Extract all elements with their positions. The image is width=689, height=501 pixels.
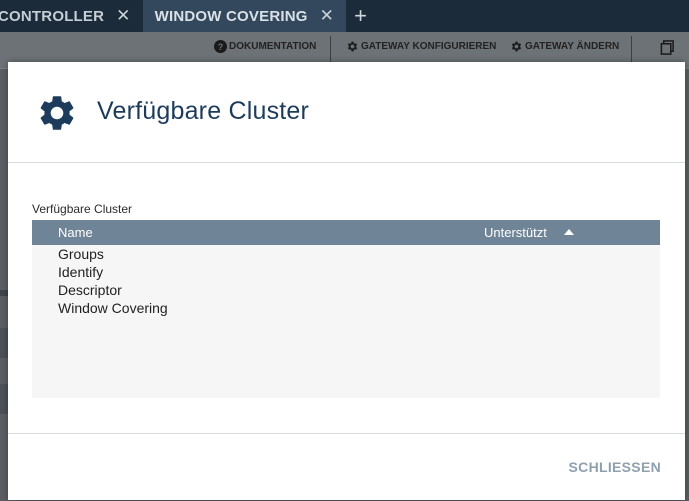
available-clusters-dialog: Verfügbare Cluster Verfügbare Cluster Na… xyxy=(8,62,685,500)
table-header: Name Unterstützt xyxy=(32,220,660,245)
tab-label: WINDOW COVERING xyxy=(154,7,308,25)
help-icon: ? xyxy=(214,40,227,53)
documentation-label: DOKUMENTATION xyxy=(229,41,317,52)
tab-controller[interactable]: CONTROLLER ✕ xyxy=(0,0,143,32)
close-icon[interactable]: ✕ xyxy=(116,6,130,26)
copy-icon xyxy=(660,40,674,55)
change-gateway-button[interactable]: GATEWAY ÄNDERN xyxy=(510,40,619,53)
documentation-button[interactable]: ? DOKUMENTATION xyxy=(214,40,316,53)
table-row[interactable]: Groups xyxy=(58,245,168,263)
configure-gateway-label: GATEWAY KONFIGURIEREN xyxy=(361,41,497,52)
dialog-title: Verfügbare Cluster xyxy=(97,97,310,125)
tab-bar: CONTROLLER ✕ WINDOW COVERING ✕ + xyxy=(0,0,689,32)
configure-gateway-button[interactable]: GATEWAY KONFIGURIEREN xyxy=(346,40,496,53)
tab-label: CONTROLLER xyxy=(0,7,105,25)
gear-icon xyxy=(40,96,74,130)
divider xyxy=(631,36,632,62)
change-gateway-label: GATEWAY ÄNDERN xyxy=(525,41,620,52)
background-panel xyxy=(0,384,8,414)
tab-window-covering[interactable]: WINDOW COVERING ✕ xyxy=(142,0,347,32)
dialog-footer: SCHLIESSEN xyxy=(8,433,685,501)
close-button[interactable]: SCHLIESSEN xyxy=(569,459,661,475)
add-tab-icon[interactable]: + xyxy=(346,0,375,32)
background-divider xyxy=(0,290,8,296)
svg-text:?: ? xyxy=(218,42,223,52)
copy-button[interactable] xyxy=(660,40,675,55)
section-label: Verfügbare Cluster xyxy=(32,202,133,216)
dialog-header: Verfügbare Cluster xyxy=(8,62,685,163)
gear-icon xyxy=(511,41,522,52)
clusters-table: Name Unterstützt Groups Identify Descrip… xyxy=(32,220,660,398)
table-row[interactable]: Descriptor xyxy=(58,281,168,299)
sort-ascending-icon[interactable] xyxy=(564,229,574,235)
table-row[interactable]: Window Covering xyxy=(58,299,168,317)
table-body: Groups Identify Descriptor Window Coveri… xyxy=(58,245,168,317)
close-icon[interactable]: ✕ xyxy=(320,6,334,26)
gear-icon xyxy=(347,41,358,52)
column-header-name[interactable]: Name xyxy=(58,225,93,240)
column-header-supported[interactable]: Unterstützt xyxy=(484,225,547,240)
background-panel xyxy=(0,328,8,358)
table-row[interactable]: Identify xyxy=(58,263,168,281)
divider xyxy=(330,36,331,62)
